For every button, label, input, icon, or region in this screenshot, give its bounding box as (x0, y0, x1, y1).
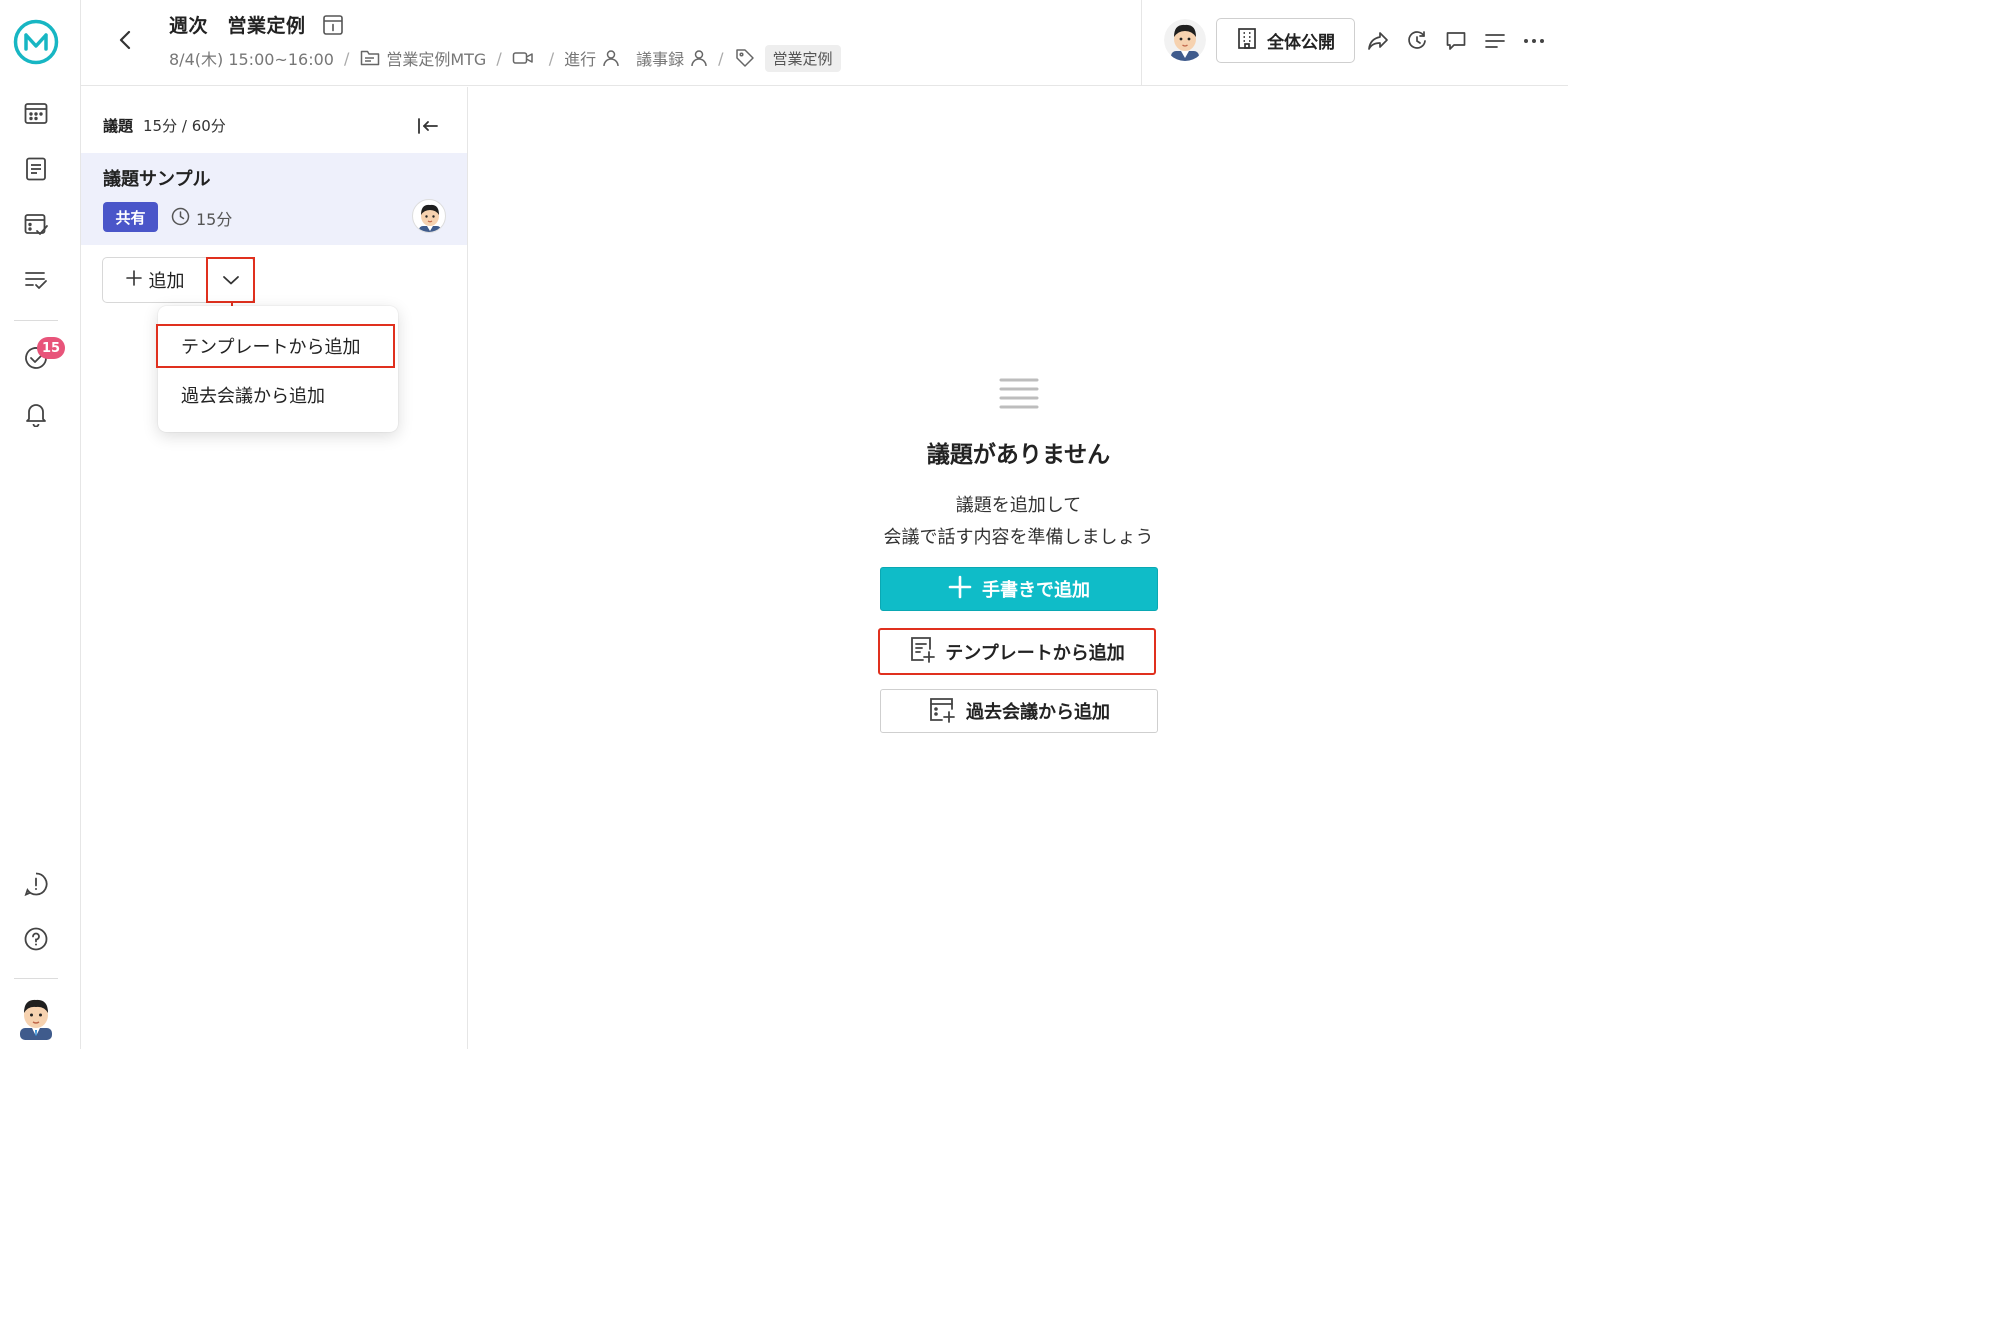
minutes-label: 議事録 (636, 50, 685, 69)
meeting-folder[interactable]: 営業定例MTG (359, 46, 486, 70)
folder-name: 営業定例MTG (386, 50, 487, 69)
bell-icon[interactable] (20, 398, 52, 430)
feedback-icon[interactable] (20, 868, 52, 900)
add-manually-label: 手書きで追加 (982, 580, 1090, 601)
document-icon[interactable] (20, 153, 52, 185)
share-badge: 共有 (103, 202, 158, 232)
notification-badge: 15 (37, 337, 66, 359)
menu-item-from-past-meeting[interactable]: 過去会議から追加 (158, 373, 398, 417)
folder-icon (359, 47, 381, 69)
add-agenda-group: 追加 (102, 257, 255, 303)
facilitator-field[interactable]: 進行 (564, 46, 620, 70)
meeting-tag[interactable]: 営業定例 (764, 44, 841, 72)
clock-icon (171, 207, 190, 230)
meta-separator: / (548, 48, 555, 68)
building-icon (1236, 27, 1258, 54)
menu-item-from-template[interactable]: テンプレートから追加 (156, 324, 395, 368)
add-agenda-button[interactable]: 追加 (103, 258, 206, 302)
add-from-template-button[interactable]: テンプレートから追加 (878, 628, 1156, 675)
participant-avatar[interactable] (1164, 19, 1206, 61)
empty-state-description: 議題を追加して (955, 495, 1082, 516)
presenter-avatar[interactable] (412, 199, 446, 233)
tag-icon[interactable] (734, 47, 756, 69)
calendar-icon[interactable] (20, 97, 52, 129)
back-icon[interactable] (111, 26, 139, 54)
menu-icon[interactable] (1483, 29, 1507, 53)
more-icon[interactable] (1522, 29, 1546, 53)
meeting-title[interactable]: 週次 営業定例 (169, 11, 306, 38)
agenda-time-summary: 15分 / 60分 (143, 117, 226, 135)
add-label: 追加 (148, 271, 185, 292)
meeting-meta: 8/4(木) 15:00~16:00 / 営業定例MTG / / 進行 議事録 … (169, 44, 841, 72)
empty-state-description: 会議で話す内容を準備しましょう (883, 527, 1154, 548)
empty-state-title: 議題がありません (926, 442, 1111, 468)
plus-icon (948, 575, 972, 604)
visibility-button[interactable]: 全体公開 (1216, 18, 1355, 63)
collapse-icon[interactable] (415, 113, 441, 139)
meta-separator: / (718, 48, 724, 68)
left-rail: 15 (0, 0, 81, 1049)
add-from-past-meeting-label: 過去会議から追加 (966, 702, 1110, 723)
agenda-item-title: 議題サンプル (103, 169, 211, 190)
agenda-header: 議題 15分 / 60分 (103, 115, 226, 136)
add-from-template-label: テンプレートから追加 (945, 642, 1125, 664)
refresh-icon[interactable] (1405, 29, 1429, 53)
minutes-field[interactable]: 議事録 (636, 46, 708, 70)
logo-icon[interactable] (13, 19, 59, 65)
add-manually-button[interactable]: 手書きで追加 (880, 567, 1158, 611)
meta-separator: / (343, 48, 350, 68)
checklist-icon[interactable] (20, 264, 52, 296)
agenda-item-duration[interactable]: 15分 (171, 206, 232, 230)
chevron-down-icon (222, 271, 240, 290)
app-root: 15 週次 営業定例 8/4(木) 15:00~16:00 / 営業定例MTG … (0, 0, 1568, 1049)
meeting-datetime[interactable]: 8/4(木) 15:00~16:00 (169, 46, 334, 70)
visibility-label: 全体公開 (1267, 33, 1335, 53)
rail-divider (14, 978, 58, 979)
list-lines-icon (999, 377, 1039, 409)
meeting-header: 週次 営業定例 8/4(木) 15:00~16:00 / 営業定例MTG / /… (81, 0, 1568, 86)
help-icon[interactable] (20, 923, 52, 955)
person-icon (602, 49, 620, 67)
rail-divider (14, 320, 58, 321)
facilitator-label: 進行 (564, 50, 597, 69)
share-icon[interactable] (1366, 29, 1390, 53)
info-panel-icon[interactable] (322, 14, 344, 36)
add-from-past-meeting-button[interactable]: 過去会議から追加 (880, 689, 1158, 733)
duration-value: 15分 (196, 210, 233, 229)
video-icon[interactable] (512, 47, 534, 69)
agenda-label: 議題 (103, 117, 134, 135)
agenda-detail: 議題がありません 議題を追加して 会議で話す内容を準備しましょう 手書きで追加 … (469, 87, 1568, 1049)
plus-icon (125, 269, 143, 292)
meta-separator: / (496, 48, 502, 68)
header-actions: 全体公開 (1141, 0, 1568, 86)
comment-icon[interactable] (1444, 29, 1468, 53)
template-icon (909, 635, 936, 668)
add-dropdown-menu: テンプレートから追加 過去会議から追加 (156, 306, 398, 432)
add-dropdown-toggle[interactable] (206, 257, 255, 303)
task-board-icon[interactable] (20, 209, 52, 241)
past-meeting-icon (928, 695, 956, 728)
agenda-panel: 議題 15分 / 60分 議題サンプル 共有 15分 追加 テンプレートから追加… (81, 87, 468, 1049)
user-avatar[interactable] (14, 994, 58, 1040)
agenda-item[interactable]: 議題サンプル 共有 15分 (81, 153, 467, 245)
person-icon (690, 49, 708, 67)
